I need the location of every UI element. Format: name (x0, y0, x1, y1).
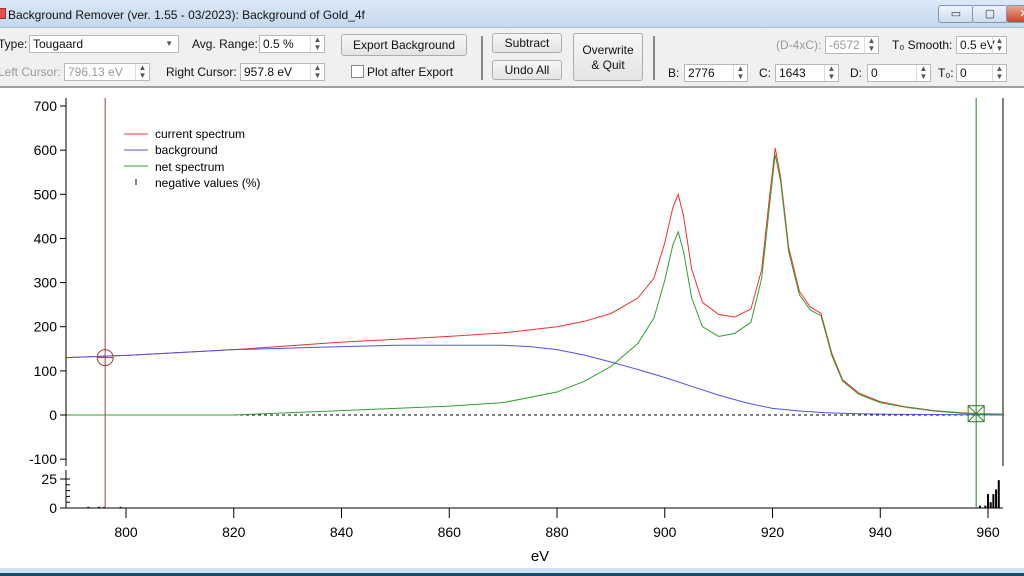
y-tick-label: -100 (29, 451, 57, 467)
spectrum-plot[interactable]: 700 600 500 400 300 200 100 0 -100 25 0 800 820 840 86… (0, 0, 1024, 576)
y-tick-label: 300 (34, 275, 58, 291)
legend-current: current spectrum (155, 127, 245, 141)
y-tick-label: 700 (34, 98, 58, 114)
lower-y-tick-label: 25 (41, 471, 57, 487)
net-spectrum-line (66, 154, 1005, 416)
x-tick-label: 860 (438, 524, 462, 540)
x-tick-label: 880 (545, 524, 569, 540)
x-tick-label: 960 (976, 524, 1000, 540)
y-tick-label: 200 (34, 319, 58, 335)
legend-negative: negative values (%) (155, 176, 260, 190)
y-tick-label: 100 (34, 363, 58, 379)
y-tick-label: 500 (34, 186, 58, 202)
x-tick-label: 920 (761, 524, 785, 540)
y-tick-label: 0 (49, 407, 57, 423)
y-tick-label: 600 (34, 142, 58, 158)
legend: current spectrum background net spectrum… (124, 127, 260, 190)
background-spectrum-line (66, 344, 1005, 416)
status-strip (0, 568, 1024, 576)
y-tick-label: 400 (34, 230, 58, 246)
legend-net: net spectrum (155, 160, 224, 174)
x-tick-label: 840 (330, 524, 354, 540)
x-tick-label: 940 (869, 524, 893, 540)
x-tick-label: 800 (114, 524, 138, 540)
x-tick-label: 900 (653, 524, 677, 540)
x-tick-label: 820 (222, 524, 246, 540)
x-axis-label: eV (531, 548, 549, 565)
lower-y-tick-label: 0 (49, 500, 57, 516)
legend-background: background (155, 143, 218, 157)
